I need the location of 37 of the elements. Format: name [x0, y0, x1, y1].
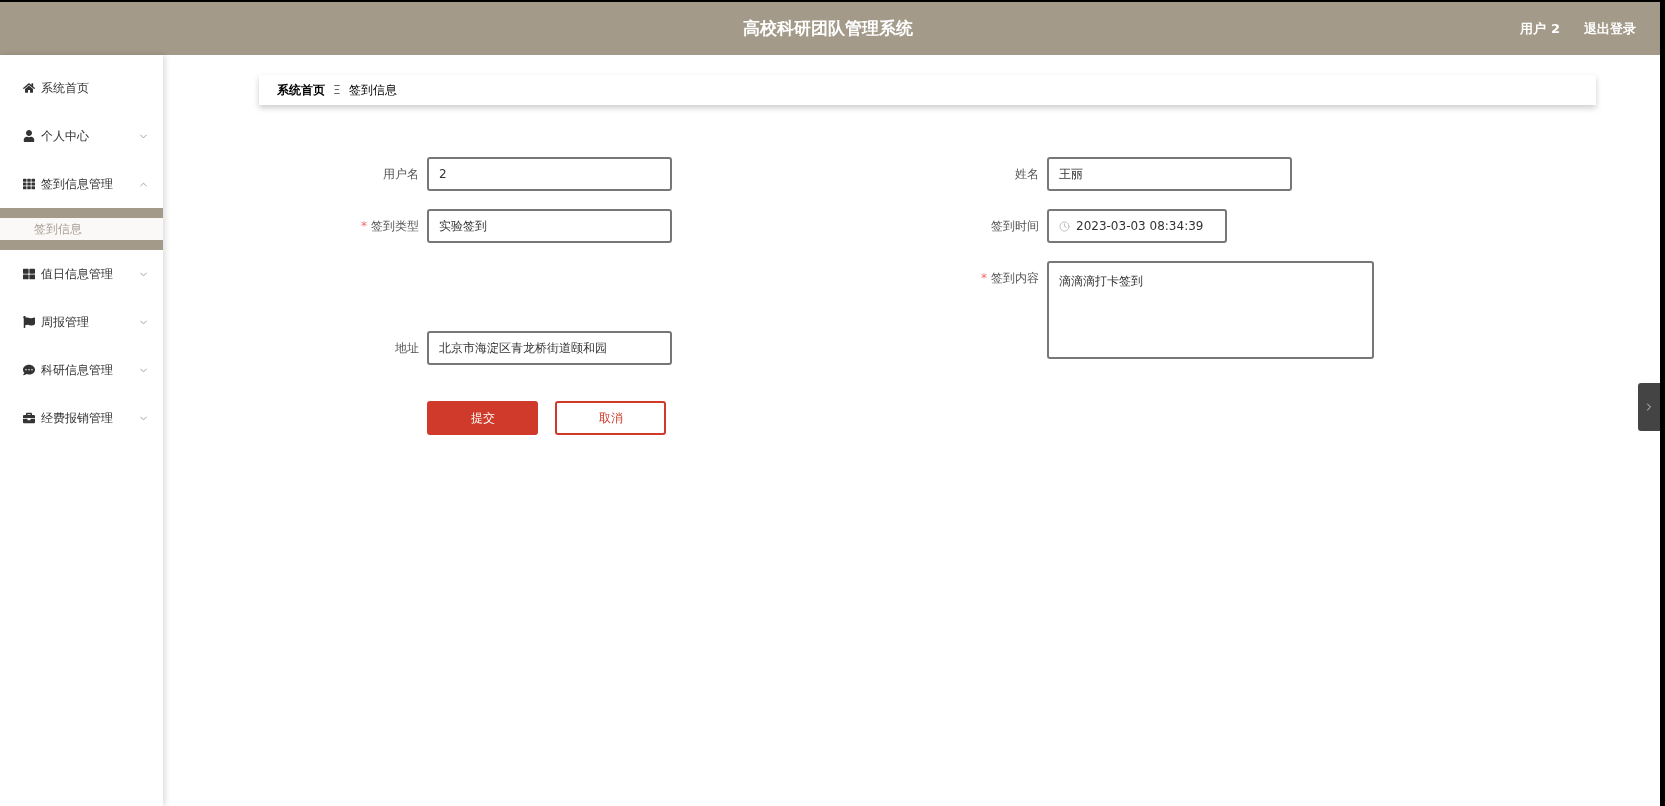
breadcrumb-current: 签到信息 [348, 81, 397, 99]
user-name: 用户 2 [1520, 19, 1560, 38]
cancel-button[interactable]: 取消 [555, 401, 666, 435]
person-icon [23, 130, 35, 142]
input-field[interactable]: 北京市海淀区青龙桥街道颐和园 [427, 331, 672, 365]
app-title: 高校科研团队管理系统 [742, 17, 915, 40]
field-label: 签到类型 [371, 219, 419, 233]
field-label: 签到内容 [991, 271, 1039, 285]
input-field[interactable]: 2 [427, 157, 672, 191]
sidebar-item[interactable]: 签到信息管理 [0, 160, 163, 208]
home-icon [23, 82, 35, 94]
sidebar-item[interactable]: 经费报销管理 [0, 394, 163, 442]
text-area[interactable]: 滴滴滴打卡签到 [1047, 261, 1374, 359]
breadcrumb-link[interactable]: 系统首页 [277, 81, 325, 99]
grid-icon [23, 178, 35, 190]
input-field[interactable]: 王丽 [1047, 157, 1292, 191]
required-mark: * [981, 271, 987, 285]
sidebar-item[interactable]: 科研信息管理 [0, 346, 163, 394]
submit-button[interactable]: 提交 [427, 401, 538, 435]
clock-icon [1059, 220, 1070, 232]
input-field[interactable]: 2023-03-03 08:34:39 [1047, 209, 1227, 243]
field-label: 姓名 [1015, 167, 1039, 181]
field-label: 签到时间 [991, 219, 1039, 233]
tiles-icon [23, 268, 35, 280]
sidebar-item[interactable]: 个人中心 [0, 112, 163, 160]
sidebar-item[interactable]: 周报管理 [0, 298, 163, 346]
field-label: 地址 [395, 341, 419, 355]
field-label: 用户名 [383, 167, 419, 181]
sidebar-item[interactable]: 系统首页 [0, 64, 163, 112]
flag-icon [23, 316, 35, 328]
side-tab[interactable] [1638, 383, 1660, 431]
chat-icon [23, 364, 35, 376]
required-mark: * [361, 219, 367, 233]
input-field[interactable]: 实验签到 [427, 209, 672, 243]
sidebar-item[interactable]: 值日信息管理 [0, 250, 163, 298]
briefcase-icon [23, 412, 35, 424]
breadcrumb-separator: Ξ [333, 83, 341, 97]
